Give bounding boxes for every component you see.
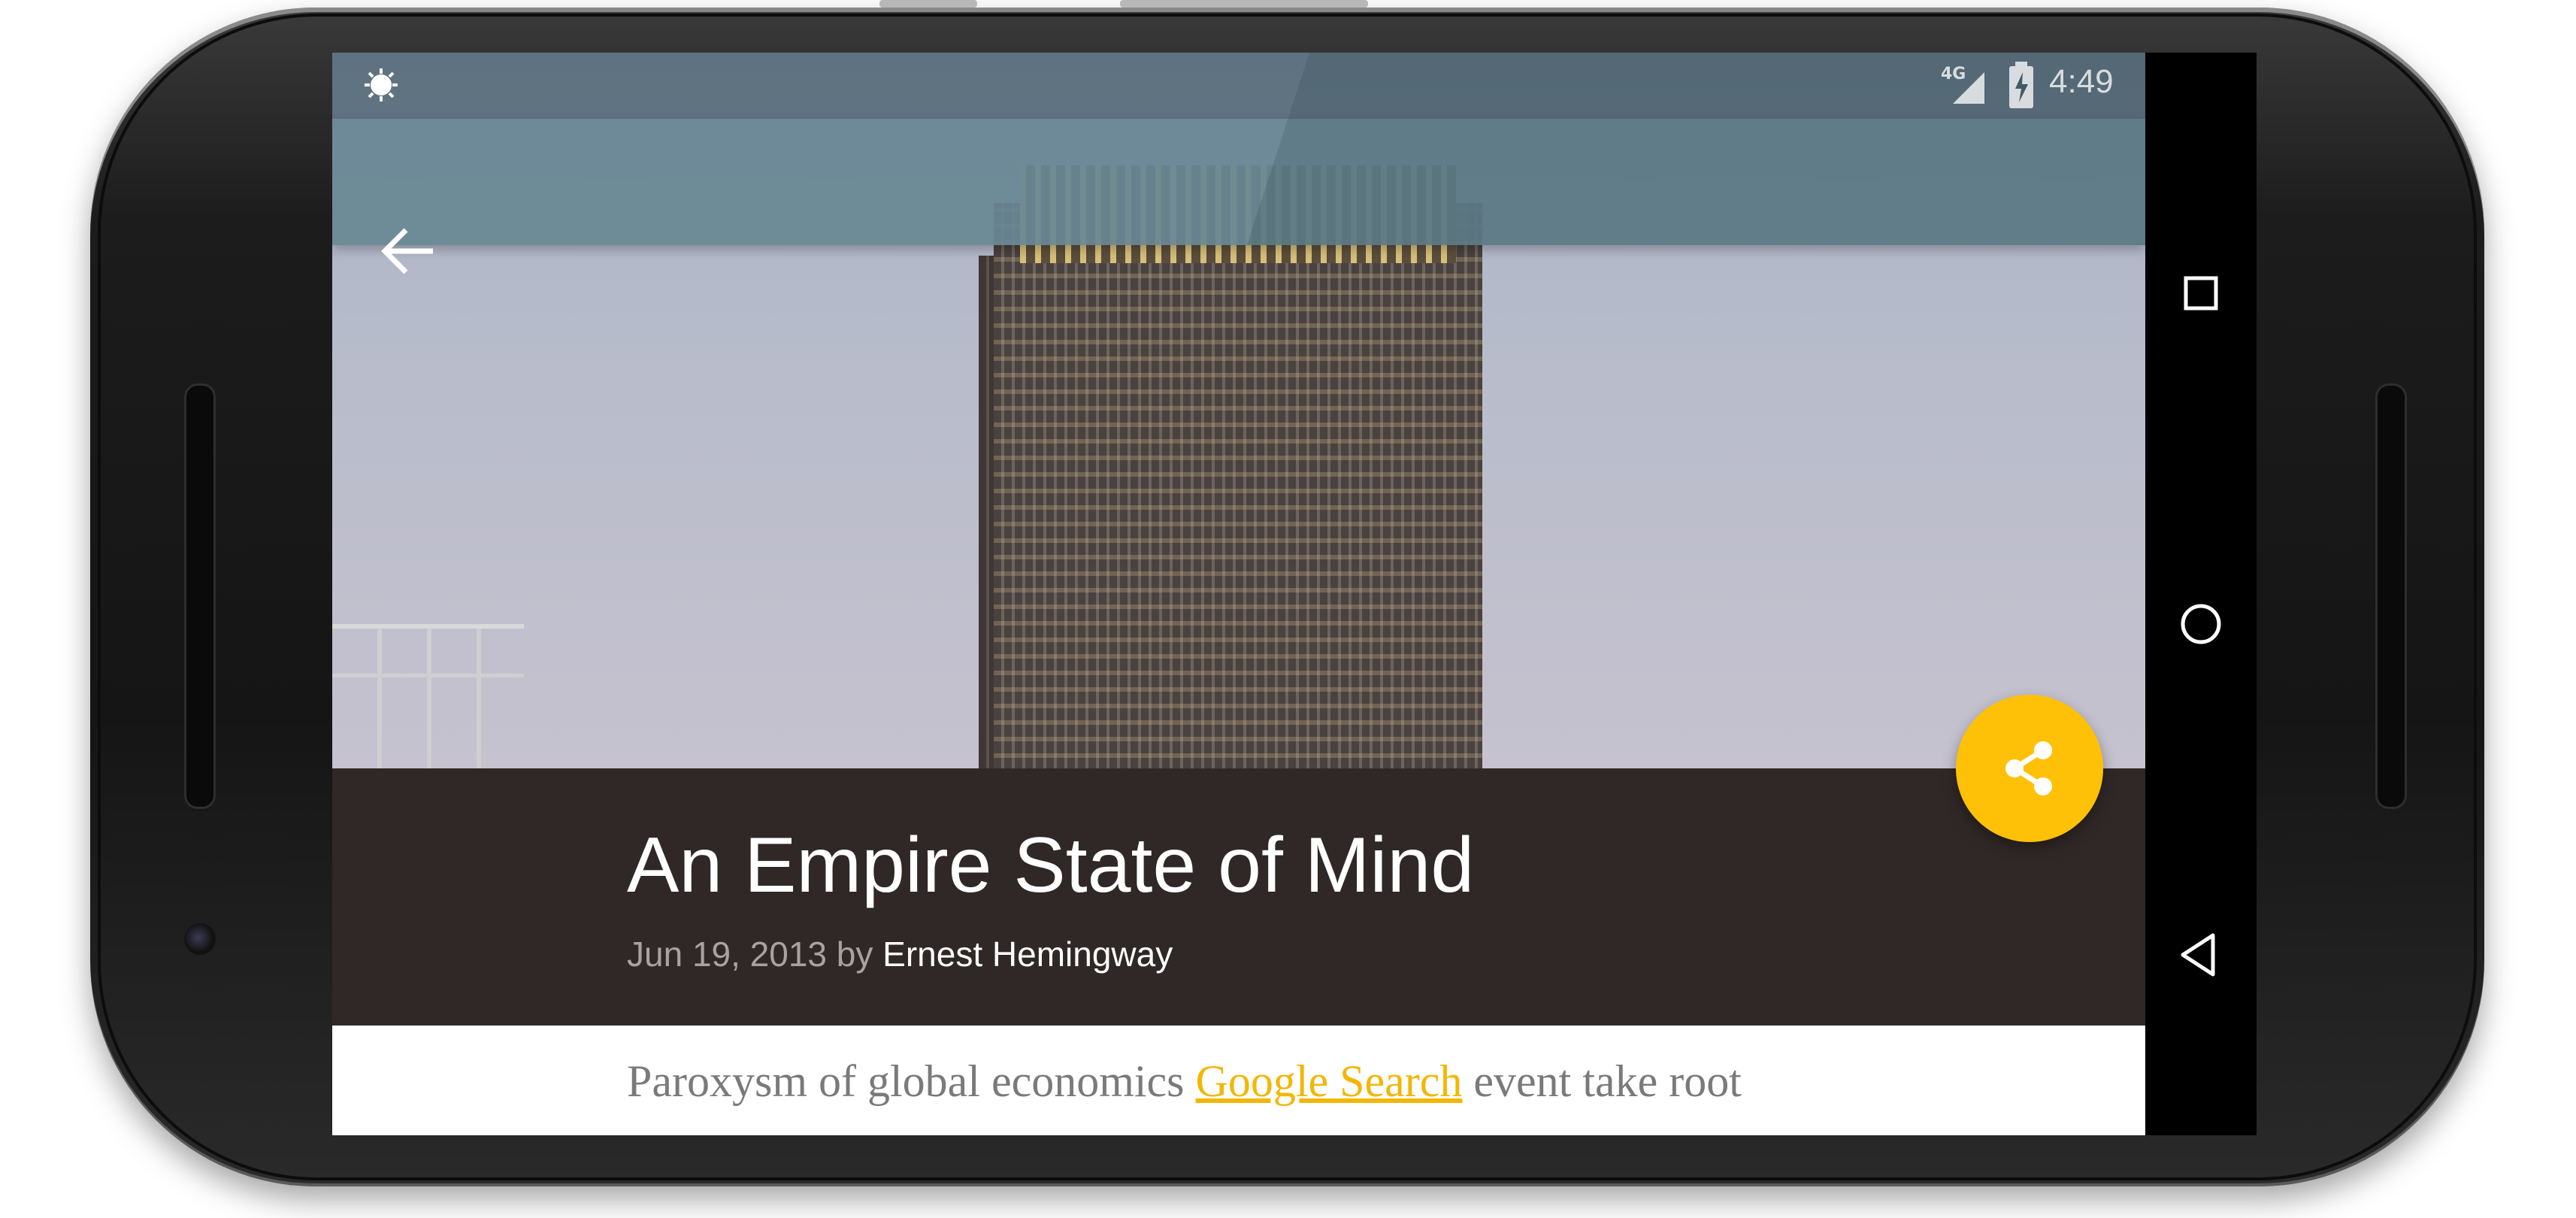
recents-button[interactable] (2171, 263, 2231, 323)
system-back-button[interactable] (2171, 925, 2231, 985)
home-circle-icon (2181, 604, 2221, 644)
rooftop-railing (332, 624, 524, 768)
article-author[interactable]: Ernest Hemingway (882, 935, 1173, 974)
back-triangle-icon (2181, 933, 2215, 977)
arrow-back-icon (381, 228, 433, 274)
byline-by-word: by (827, 935, 883, 974)
left-speaker-grille (184, 383, 216, 809)
body-text-before-link: Paroxysm of global economics (627, 1056, 1196, 1106)
back-button[interactable] (373, 215, 445, 287)
article-body: Paroxysm of global economics Google Sear… (332, 1026, 2145, 1135)
body-text-after-link: event take root (1462, 1056, 1742, 1106)
device-screen: 4G 4:49 An Empire State of Mind Jun 19, … (332, 53, 2257, 1135)
building-facade (994, 203, 1482, 768)
article-date: Jun 19, 2013 (627, 935, 828, 974)
article-byline: Jun 19, 2013 by Ernest Hemingway (627, 934, 1173, 974)
share-fab-button[interactable] (1956, 695, 2103, 842)
article-title: An Empire State of Mind (627, 822, 1475, 909)
recents-square-icon (2184, 276, 2218, 311)
home-button[interactable] (2171, 594, 2231, 654)
front-camera (184, 923, 216, 955)
toolbar-diagonal-shade (1246, 53, 2145, 245)
article-detail-screen: 4G 4:49 An Empire State of Mind Jun 19, … (332, 53, 2145, 1135)
share-icon (2005, 741, 2052, 795)
system-navigation-bar (2145, 53, 2257, 1135)
notification-sun-icon (362, 66, 400, 104)
right-speaker-grille (2375, 383, 2407, 809)
power-button (879, 0, 977, 8)
volume-button (1120, 0, 1368, 8)
google-search-link[interactable]: Google Search (1196, 1056, 1463, 1106)
article-body-paragraph: Paroxysm of global economics Google Sear… (627, 1056, 1742, 1107)
